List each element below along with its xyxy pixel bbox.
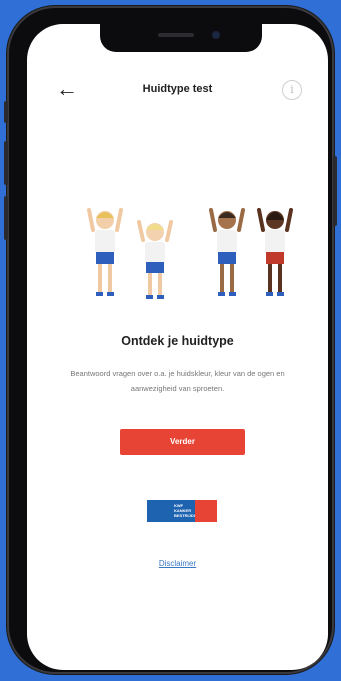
- mute-switch: [4, 101, 8, 123]
- notch: [100, 24, 262, 52]
- children-illustration: [87, 208, 293, 299]
- power-button: [333, 156, 337, 226]
- next-button[interactable]: Verder: [120, 429, 245, 455]
- phone-frame: ← Huidtype test i Ontdek je huidtype Bea…: [4, 6, 337, 674]
- app-header: ← Huidtype test i: [27, 76, 328, 106]
- kwf-logo: KWF KANKER BESTRIJDING: [147, 500, 217, 522]
- info-icon[interactable]: i: [282, 80, 302, 100]
- front-camera: [212, 31, 220, 39]
- intro-description: Beantwoord vragen over o.a. je huidskleu…: [70, 369, 285, 393]
- child-figure-1: [87, 208, 123, 296]
- child-figure-3: [209, 208, 245, 296]
- volume-up-button: [4, 141, 8, 185]
- child-figure-4: [257, 208, 293, 296]
- logo-accent: [195, 500, 217, 522]
- disclaimer-link[interactable]: Disclaimer: [27, 559, 328, 568]
- intro-heading: Ontdek je huidtype: [121, 334, 234, 348]
- speaker-grille: [158, 33, 194, 37]
- app-screen: ← Huidtype test i Ontdek je huidtype Bea…: [27, 24, 328, 670]
- volume-down-button: [4, 196, 8, 240]
- child-figure-2: [137, 220, 173, 299]
